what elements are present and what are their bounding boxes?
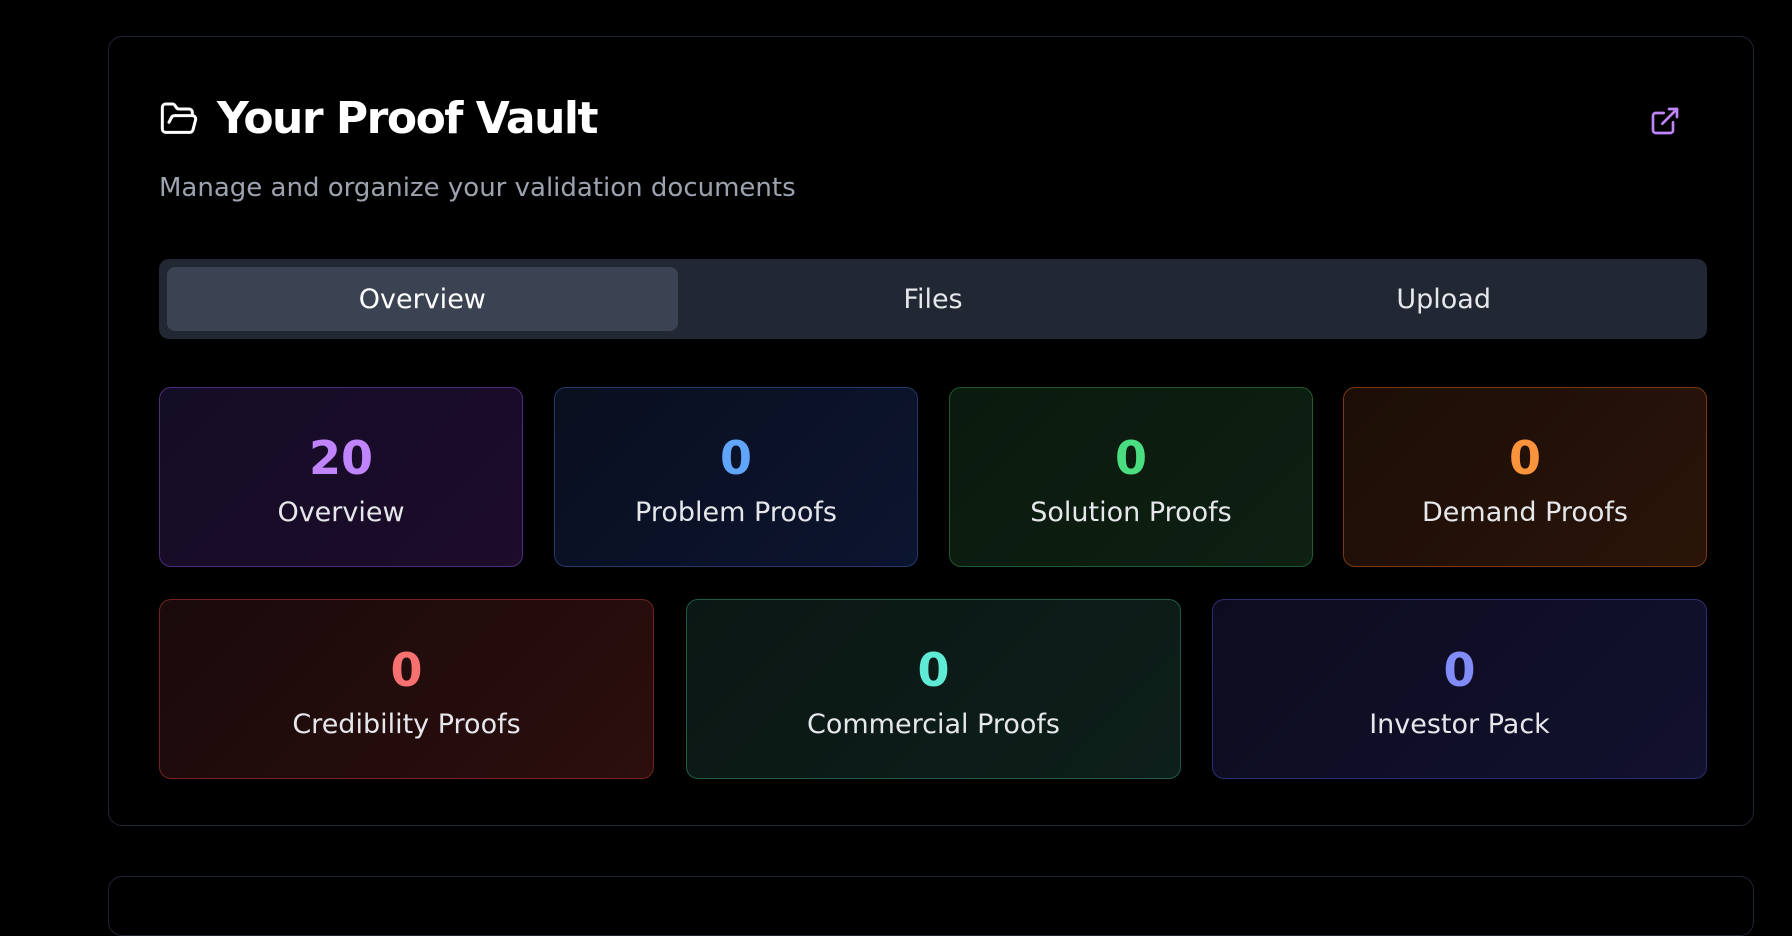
- stat-card-solution-proofs[interactable]: 0 Solution Proofs: [949, 387, 1313, 567]
- stat-label: Problem Proofs: [635, 496, 837, 528]
- tab-files[interactable]: Files: [678, 267, 1189, 331]
- stat-label: Overview: [277, 496, 405, 528]
- page-subtitle: Manage and organize your validation docu…: [159, 173, 796, 203]
- stat-value: 0: [1443, 642, 1476, 697]
- stat-value: 0: [917, 642, 950, 697]
- stat-card-credibility-proofs[interactable]: 0 Credibility Proofs: [159, 599, 654, 779]
- stat-card-investor-pack[interactable]: 0 Investor Pack: [1212, 599, 1707, 779]
- tab-overview[interactable]: Overview: [167, 267, 678, 331]
- stat-card-commercial-proofs[interactable]: 0 Commercial Proofs: [686, 599, 1181, 779]
- stat-label: Investor Pack: [1369, 708, 1550, 740]
- stat-label: Demand Proofs: [1421, 496, 1628, 528]
- stat-card-overview[interactable]: 20 Overview: [159, 387, 523, 567]
- stat-label: Credibility Proofs: [292, 708, 521, 740]
- external-link-icon: [1651, 107, 1679, 135]
- tab-upload[interactable]: Upload: [1188, 267, 1699, 331]
- proof-vault-card: Your Proof Vault Manage and organize you…: [108, 36, 1754, 826]
- stat-card-demand-proofs[interactable]: 0 Demand Proofs: [1343, 387, 1707, 567]
- stat-value: 0: [1508, 430, 1541, 485]
- stat-label: Commercial Proofs: [807, 708, 1060, 740]
- stat-label: Solution Proofs: [1030, 496, 1232, 528]
- open-external-button[interactable]: [1649, 105, 1681, 137]
- stat-value: 0: [719, 430, 752, 485]
- page-title: Your Proof Vault: [217, 93, 599, 144]
- next-section-card: [108, 876, 1754, 936]
- stat-value: 20: [308, 430, 373, 485]
- stat-value: 0: [390, 642, 423, 697]
- stat-value: 0: [1114, 430, 1147, 485]
- stat-card-problem-proofs[interactable]: 0 Problem Proofs: [554, 387, 918, 567]
- vault-header: Your Proof Vault: [159, 93, 599, 144]
- folder-open-icon: [160, 102, 198, 134]
- tab-bar: Overview Files Upload: [159, 259, 1707, 339]
